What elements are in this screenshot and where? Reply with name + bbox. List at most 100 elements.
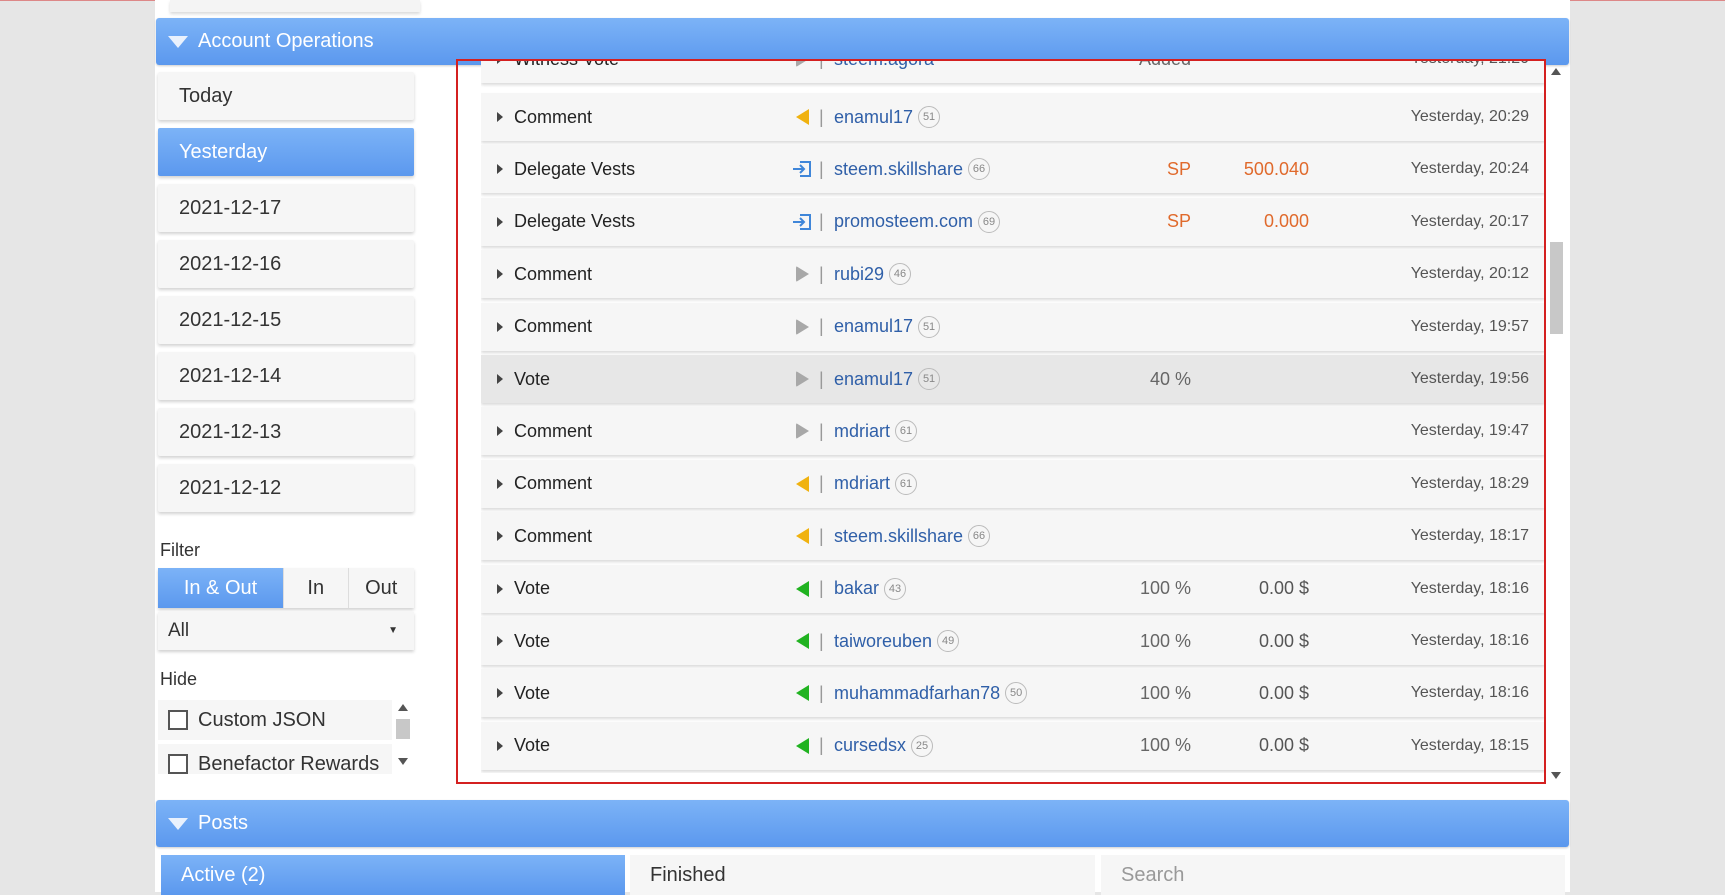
hide-item-custom-json[interactable]: Custom JSON — [158, 700, 392, 740]
operation-row[interactable]: Delegate Vests | promosteem.com 69 SP 0.000 Ye… — [481, 197, 1545, 246]
account-link[interactable]: enamul17 51 — [834, 303, 941, 351]
account-link[interactable]: rubi29 46 — [834, 250, 912, 298]
hide-item-benefactor-rewards[interactable]: Benefactor Rewards — [158, 744, 392, 774]
account-name: cursedsx — [834, 735, 907, 756]
expand-triangle-icon[interactable] — [497, 583, 503, 594]
filter-in-out-button[interactable]: In & Out — [158, 568, 285, 608]
operation-row[interactable]: Comment | enamul17 51 Yesterday, 19:57 — [481, 302, 1545, 351]
account-link[interactable]: mdriart 61 — [834, 460, 918, 508]
expand-triangle-icon[interactable] — [497, 636, 503, 646]
operation-row[interactable]: Comment | steem.skillshare 66 Yesterday, 18:… — [481, 512, 1545, 561]
section-title: Account Operations — [198, 30, 374, 52]
expand-triangle-icon[interactable] — [497, 60, 503, 64]
expand-triangle-icon[interactable] — [497, 478, 503, 489]
day-item-yesterday[interactable]: Yesterday — [158, 128, 414, 176]
expand-triangle-icon[interactable] — [497, 374, 503, 384]
op-type: Vote — [514, 578, 551, 599]
expand-triangle-icon[interactable] — [497, 531, 503, 542]
arrow-left-icon — [791, 669, 813, 717]
day-item-2021-12-12[interactable]: 2021-12-12 — [158, 464, 414, 512]
day-label: 2021-12-15 — [179, 308, 282, 331]
expand-triangle-icon[interactable] — [497, 740, 503, 751]
op-amount — [1199, 407, 1309, 455]
operation-row-partial[interactable]: Witness Vote | steem.agora Added Yesterd… — [481, 60, 1545, 83]
account-link[interactable]: enamul17 51 — [834, 355, 941, 403]
account-link[interactable]: bakar 43 — [834, 565, 907, 613]
checkbox[interactable] — [168, 710, 188, 730]
separator: | — [819, 682, 824, 703]
account-link[interactable]: mdriart 61 — [834, 407, 918, 455]
account-link[interactable]: enamul17 51 — [834, 93, 941, 141]
op-value: SP — [1166, 158, 1191, 179]
reputation-badge: 66 — [968, 158, 991, 181]
day-item-today[interactable]: Today — [158, 72, 414, 120]
account-link[interactable]: steem.skillshare 66 — [834, 512, 991, 560]
account-link[interactable]: steem.skillshare 66 — [834, 145, 991, 193]
account-name: taiworeuben — [834, 630, 933, 651]
posts-search-input[interactable]: Search — [1101, 855, 1565, 895]
tab-active-posts[interactable]: Active (2) — [161, 855, 625, 895]
day-list: Today Yesterday 2021-12-17 2021-12-16 20… — [158, 72, 414, 520]
expand-triangle-icon[interactable] — [497, 112, 503, 122]
reputation-badge: 51 — [918, 315, 941, 338]
day-label: 2021-12-13 — [179, 420, 282, 443]
expand-triangle-icon[interactable] — [497, 269, 503, 280]
account-link[interactable]: taiworeuben 49 — [834, 617, 960, 665]
op-time: Yesterday, 18:17 — [1410, 527, 1529, 545]
scroll-down-icon[interactable] — [398, 758, 408, 765]
account-link[interactable]: promosteem.com 69 — [834, 198, 1001, 246]
filter-in-button[interactable]: In — [284, 568, 349, 608]
expand-triangle-icon[interactable] — [497, 321, 503, 332]
operation-row[interactable]: Vote | taiworeuben 49 100 % 0.00 $ Yesterday, … — [481, 617, 1545, 665]
account-link[interactable]: muhammadfarhan78 50 — [834, 669, 1028, 717]
day-item-2021-12-15[interactable]: 2021-12-15 — [158, 296, 414, 344]
operation-row[interactable]: Comment | mdriart 61 Yesterday, 18:29 — [481, 459, 1545, 508]
checkbox[interactable] — [168, 754, 188, 774]
account-name: bakar — [834, 578, 880, 599]
op-value: 100 % — [1139, 630, 1191, 651]
filter-label: Filter — [160, 540, 200, 560]
day-item-2021-12-17[interactable]: 2021-12-17 — [158, 184, 414, 232]
separator: | — [819, 735, 824, 756]
scroll-up-icon[interactable] — [398, 704, 408, 711]
operation-row[interactable]: Delegate Vests | steem.skillshare 66 SP 500.0… — [481, 145, 1545, 194]
op-type: Comment — [514, 106, 593, 127]
scroll-thumb[interactable] — [396, 719, 410, 739]
day-item-2021-12-14[interactable]: 2021-12-14 — [158, 352, 414, 400]
operations-scrollbar[interactable] — [1547, 68, 1565, 779]
op-value: 100 % — [1139, 578, 1191, 599]
account-name: mdriart — [834, 420, 891, 441]
day-item-2021-12-13[interactable]: 2021-12-13 — [158, 408, 414, 456]
operation-row[interactable]: Vote | cursedsx 25 100 % 0.00 $ Yesterday, 18:… — [481, 721, 1545, 770]
account-name: mdriart — [834, 473, 891, 494]
posts-header[interactable]: Posts — [156, 800, 1569, 847]
scroll-up-icon[interactable] — [1551, 68, 1561, 75]
operation-row[interactable]: Vote | enamul17 51 40 % Yesterday, 19:56 — [481, 355, 1545, 403]
operation-row[interactable]: Comment | mdriart 61 Yesterday, 19:47 — [481, 407, 1545, 456]
reputation-badge: 61 — [895, 420, 918, 443]
account-name: enamul17 — [834, 316, 914, 337]
tab-finished-posts[interactable]: Finished — [630, 855, 1095, 895]
expand-triangle-icon[interactable] — [497, 216, 503, 227]
account-link[interactable]: cursedsx 25 — [834, 722, 934, 770]
operation-row[interactable]: Vote | muhammadfarhan78 50 100 % 0.00 $ Yester… — [481, 669, 1545, 718]
scroll-thumb[interactable] — [1550, 242, 1563, 334]
op-type: Vote — [514, 368, 551, 389]
day-item-2021-12-16[interactable]: 2021-12-16 — [158, 240, 414, 288]
op-type: Vote — [514, 735, 551, 756]
hide-list-scrollbar[interactable] — [394, 700, 412, 770]
scroll-down-icon[interactable] — [1551, 772, 1561, 779]
operation-type-select[interactable]: All ▼ — [158, 612, 414, 650]
expand-triangle-icon[interactable] — [497, 164, 503, 175]
account-link[interactable]: steem.agora — [834, 60, 934, 83]
account-operations-header[interactable]: Account Operations — [156, 18, 1569, 65]
op-type: Delegate Vests — [514, 158, 636, 179]
operation-row[interactable]: Comment | rubi29 46 Yesterday, 20:12 — [481, 250, 1545, 299]
filter-out-button[interactable]: Out — [348, 568, 414, 608]
op-amount — [1199, 303, 1309, 351]
expand-triangle-icon[interactable] — [497, 426, 503, 437]
delegate-icon — [791, 145, 813, 193]
expand-triangle-icon[interactable] — [497, 688, 503, 699]
operation-row[interactable]: Comment | enamul17 51 Yesterday, 20:29 — [481, 93, 1545, 141]
operation-row[interactable]: Vote | bakar 43 100 % 0.00 $ Yesterday, 18:16 — [481, 564, 1545, 613]
